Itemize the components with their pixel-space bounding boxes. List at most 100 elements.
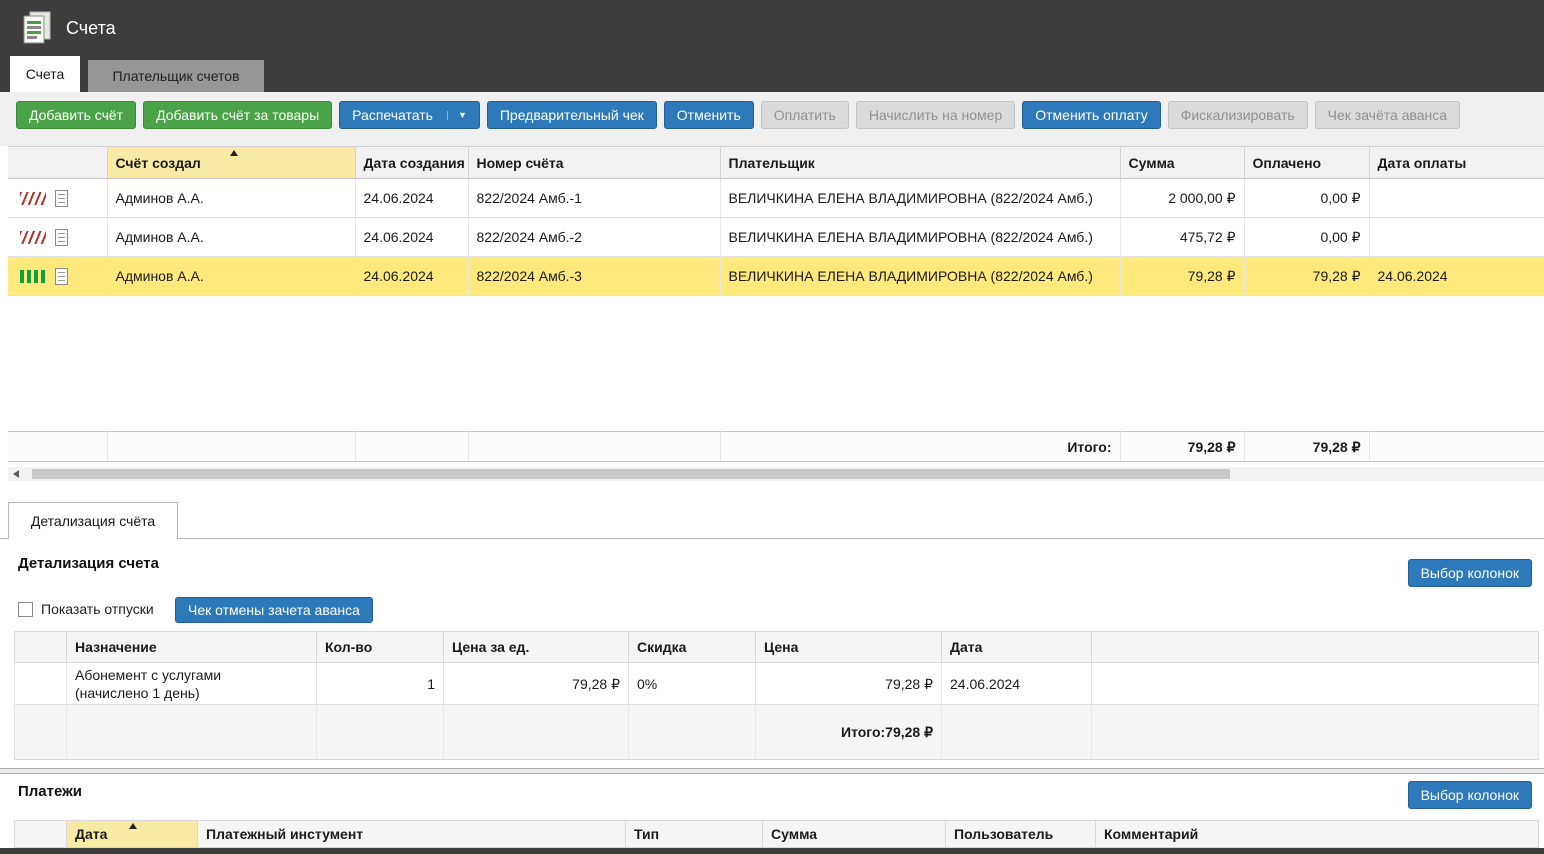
empty-grid-area: [8, 296, 1544, 432]
cell-amount: 79,28 ₽: [1120, 257, 1244, 296]
page-title: Счета: [66, 18, 116, 39]
cancel-payment-button[interactable]: Отменить оплату: [1022, 101, 1160, 129]
invoices-app-icon: [22, 11, 52, 45]
horizontal-scrollbar[interactable]: [8, 467, 1544, 481]
column-header-payment-instrument[interactable]: Платежный инстумент: [198, 821, 626, 848]
cell-paid-date: 24.06.2024: [1369, 257, 1544, 296]
totals-paid: 79,28 ₽: [1244, 432, 1369, 462]
charge-to-number-button: Начислить на номер: [856, 101, 1015, 129]
add-goods-invoice-button[interactable]: Добавить счёт за товары: [143, 101, 332, 129]
payments-header-row: Дата Платежный инстумент Тип Сумма Польз…: [15, 821, 1539, 848]
column-header-payment-user[interactable]: Пользователь: [946, 821, 1096, 848]
column-header-purpose[interactable]: Назначение: [67, 632, 317, 663]
preliminary-receipt-button[interactable]: Предварительный чек: [487, 101, 657, 129]
tab-invoice-payers[interactable]: Плательщик счетов: [88, 60, 264, 92]
show-dispense-checkbox[interactable]: [18, 602, 33, 617]
column-header-payment-amount[interactable]: Сумма: [763, 821, 946, 848]
cell-discount: 0%: [629, 663, 756, 705]
tab-invoice-detail[interactable]: Детализация счёта: [8, 502, 178, 539]
show-dispense-label: Показать отпуски: [41, 601, 154, 617]
column-header-unit-price[interactable]: Цена за ед.: [444, 632, 629, 663]
cell-payer: ВЕЛИЧКИНА ЕЛЕНА ВЛАДИМИРОВНА (822/2024 А…: [720, 257, 1120, 296]
column-header-price[interactable]: Цена: [756, 632, 942, 663]
cell-created-by: Админов А.А.: [107, 179, 355, 218]
show-dispense-row: Показать отпуски: [18, 601, 154, 617]
column-header-blank: [1092, 632, 1539, 663]
invoice-row-1[interactable]: Админов А.А. 24.06.2024 822/2024 Амб.-1 …: [8, 179, 1544, 218]
column-header-blank: [15, 821, 67, 848]
cell-payer: ВЕЛИЧКИНА ЕЛЕНА ВЛАДИМИРОВНА (822/2024 А…: [720, 218, 1120, 257]
pay-button: Оплатить: [761, 101, 849, 129]
cell-paid: 0,00 ₽: [1244, 218, 1369, 257]
column-header-date[interactable]: Дата: [942, 632, 1092, 663]
detail-totals-row: Итого:79,28 ₽: [15, 705, 1539, 760]
column-header-created-by[interactable]: Счёт создал: [107, 147, 355, 179]
detail-choose-columns-button[interactable]: Выбор колонок: [1408, 559, 1532, 587]
cell-paid: 0,00 ₽: [1244, 179, 1369, 218]
detail-table: Назначение Кол-во Цена за ед. Скидка Цен…: [14, 631, 1538, 760]
cell-qty: 1: [317, 663, 444, 705]
column-header-payment-type[interactable]: Тип: [626, 821, 763, 848]
column-header-discount[interactable]: Скидка: [629, 632, 756, 663]
payments-choose-columns-button[interactable]: Выбор колонок: [1408, 781, 1532, 809]
advance-offset-receipt-button: Чек зачёта аванса: [1315, 101, 1460, 129]
detail-row[interactable]: Абонемент с услугами (начислено 1 день) …: [15, 663, 1539, 705]
cell-created-by: Админов А.А.: [107, 218, 355, 257]
bottom-edge-bar: [0, 848, 1544, 854]
column-header-payment-comment[interactable]: Комментарий: [1096, 821, 1539, 848]
invoice-row-3-selected[interactable]: Админов А.А. 24.06.2024 822/2024 Амб.-3 …: [8, 257, 1544, 296]
cell-amount: 2 000,00 ₽: [1120, 179, 1244, 218]
cell-number: 822/2024 Амб.-1: [468, 179, 720, 218]
totals-label: Итого:: [720, 432, 1120, 462]
cancel-advance-offset-receipt-button[interactable]: Чек отмены зачета аванса: [175, 597, 373, 623]
column-header-amount[interactable]: Сумма: [1120, 147, 1244, 179]
sort-ascending-icon: [129, 823, 137, 829]
chevron-down-icon: ▼: [447, 111, 467, 120]
cell-date: 24.06.2024: [942, 663, 1092, 705]
cancel-invoice-button[interactable]: Отменить: [664, 101, 754, 129]
column-header-qty[interactable]: Кол-во: [317, 632, 444, 663]
column-header-blank: [15, 632, 67, 663]
document-icon[interactable]: [55, 229, 68, 246]
app-window: Счета Счета Плательщик счетов Добавить с…: [0, 0, 1544, 854]
scroll-left-icon[interactable]: [13, 470, 19, 478]
cell-number: 822/2024 Амб.-2: [468, 218, 720, 257]
column-header-paid-date[interactable]: Дата оплаты: [1369, 147, 1544, 179]
paid-barcode-icon: [20, 270, 46, 283]
invoices-table: Счёт создал Дата создания Номер счёта Пл…: [8, 146, 1544, 462]
totals-amount: 79,28 ₽: [1120, 432, 1244, 462]
cell-paid-date: [1369, 179, 1544, 218]
payments-table: Дата Платежный инстумент Тип Сумма Польз…: [14, 820, 1538, 848]
column-header-created-date[interactable]: Дата создания: [355, 147, 468, 179]
print-button[interactable]: Распечатать ▼: [339, 101, 480, 129]
detail-total: Итого:79,28 ₽: [756, 705, 942, 760]
column-header-icons: [8, 147, 107, 179]
cell-created-date: 24.06.2024: [355, 218, 468, 257]
document-icon[interactable]: [55, 268, 68, 285]
cell-created-by: Админов А.А.: [107, 257, 355, 296]
tab-invoices[interactable]: Счета: [10, 56, 80, 92]
invoices-header-row: Счёт создал Дата создания Номер счёта Пл…: [8, 147, 1544, 179]
document-icon[interactable]: [55, 190, 68, 207]
payments-section-title: Платежи: [18, 783, 82, 800]
cell-created-date: 24.06.2024: [355, 179, 468, 218]
add-invoice-button[interactable]: Добавить счёт: [16, 101, 136, 129]
cell-number: 822/2024 Амб.-3: [468, 257, 720, 296]
column-header-payment-date[interactable]: Дата: [67, 821, 198, 848]
invoice-detail-panel: Детализация счета Выбор колонок Показать…: [0, 538, 1544, 768]
column-header-payer[interactable]: Плательщик: [720, 147, 1120, 179]
sort-ascending-icon: [230, 150, 238, 156]
scrollbar-thumb[interactable]: [32, 469, 1230, 479]
title-bar: Счета: [0, 0, 1544, 56]
detail-header-row: Назначение Кол-во Цена за ед. Скидка Цен…: [15, 632, 1539, 663]
invoice-row-2[interactable]: Админов А.А. 24.06.2024 822/2024 Амб.-2 …: [8, 218, 1544, 257]
cell-purpose: Абонемент с услугами (начислено 1 день): [67, 663, 317, 705]
cell-price: 79,28 ₽: [756, 663, 942, 705]
fiscalize-button: Фискализировать: [1168, 101, 1308, 129]
column-header-paid[interactable]: Оплачено: [1244, 147, 1369, 179]
cell-payer: ВЕЛИЧКИНА ЕЛЕНА ВЛАДИМИРОВНА (822/2024 А…: [720, 179, 1120, 218]
payments-panel: Платежи Выбор колонок Дата Платежный инс…: [0, 774, 1544, 854]
unpaid-barcode-icon: [20, 231, 46, 244]
cell-paid: 79,28 ₽: [1244, 257, 1369, 296]
column-header-number[interactable]: Номер счёта: [468, 147, 720, 179]
